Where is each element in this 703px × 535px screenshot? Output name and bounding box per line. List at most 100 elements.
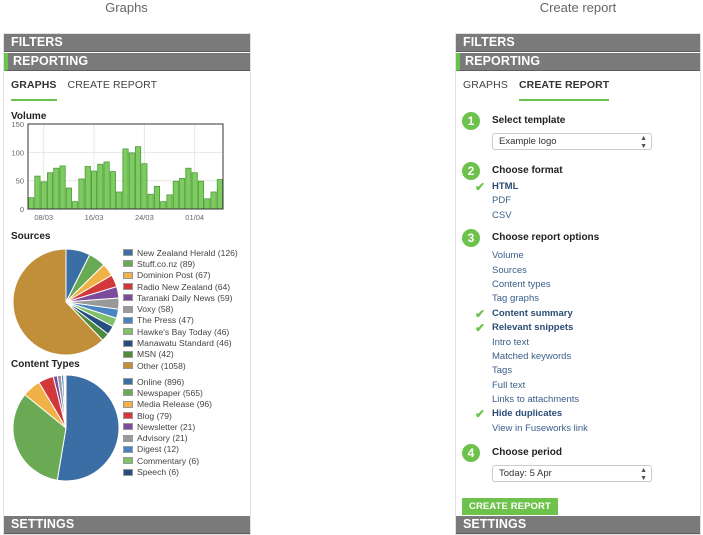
legend-item: Hawke's Bay Today (46)	[123, 326, 238, 337]
legend-label: Manawatu Standard (46)	[137, 338, 232, 349]
legend-item: Commentary (6)	[123, 455, 212, 466]
legend-item: New Zealand Herald (126)	[123, 247, 238, 258]
checkmark-icon: ✔	[475, 306, 486, 321]
legend-label: Taranaki Daily News (59)	[137, 292, 233, 303]
option-html[interactable]: ✔ HTML	[475, 180, 700, 194]
legend-swatch	[123, 389, 133, 397]
option-sources[interactable]: Sources	[492, 264, 700, 278]
volume-bar	[166, 194, 173, 210]
period-select-value: Today: 5 Apr	[499, 468, 552, 480]
tab-create-report[interactable]: CREATE REPORT	[68, 79, 158, 101]
option-matched-keywords[interactable]: Matched keywords	[492, 350, 700, 364]
step-number-badge: 4	[462, 444, 480, 463]
volume-bar	[78, 178, 85, 210]
option-relevant-snippets[interactable]: ✔ Relevant snippets	[475, 321, 700, 335]
filters-section-header[interactable]: FILTERS	[456, 34, 700, 52]
step-report-options: 3 Choose report options Volume Sources Con…	[462, 229, 700, 436]
option-view-in-fuseworks-link[interactable]: View in Fuseworks link	[492, 422, 700, 436]
legend-swatch	[123, 400, 133, 408]
volume-chart: 0 50 100 150 08/03 16/03 24/03 01/04	[11, 120, 224, 222]
y-tick-label: 150	[11, 120, 24, 129]
legend-swatch	[123, 339, 133, 347]
volume-bar	[197, 180, 205, 210]
settings-section-header[interactable]: SETTINGS	[4, 516, 250, 534]
volume-bar	[28, 197, 35, 210]
legend-swatch	[123, 316, 133, 324]
reporting-section-header[interactable]: REPORTING	[4, 53, 250, 71]
option-full-text[interactable]: Full text	[492, 379, 700, 393]
legend-label: Radio New Zealand (64)	[137, 281, 231, 292]
option-label: Content types	[492, 278, 551, 290]
option-volume[interactable]: Volume	[492, 249, 700, 263]
legend-label: The Press (47)	[137, 315, 194, 326]
volume-bar	[116, 191, 123, 210]
x-tick-label: 08/03	[34, 213, 53, 222]
volume-bar	[122, 148, 129, 210]
volume-bar	[84, 166, 91, 210]
volume-bar	[72, 201, 79, 210]
volume-bar	[40, 181, 47, 210]
filters-section-header[interactable]: FILTERS	[4, 34, 250, 52]
option-label: Full text	[492, 379, 526, 391]
legend-label: Online (896)	[137, 376, 185, 387]
volume-bar	[103, 161, 110, 210]
template-select-value: Example logo	[499, 136, 557, 147]
option-label: Sources	[492, 264, 527, 276]
legend-item: Blog (79)	[123, 410, 212, 421]
graphs-panel: FILTERS REPORTING GRAPHS CREATE REPORT V…	[3, 33, 251, 535]
period-select[interactable]: Today: 5 Apr ▲ ▼	[492, 465, 652, 483]
volume-bar	[135, 146, 142, 210]
legend-label: Commentary (6)	[137, 455, 200, 466]
option-content-summary[interactable]: ✔ Content summary	[475, 307, 700, 321]
legend-label: MSN (42)	[137, 349, 174, 360]
sources-title: Sources	[11, 231, 51, 242]
legend-label: Stuff.co.nz (89)	[137, 258, 196, 269]
legend-item: Dominion Post (67)	[123, 270, 238, 281]
option-links-to-attachments[interactable]: Links to attachments	[492, 393, 700, 407]
legend-swatch	[123, 362, 133, 370]
option-content-types[interactable]: Content types	[492, 278, 700, 292]
legend-swatch	[123, 378, 133, 386]
legend-swatch	[123, 283, 133, 291]
volume-bar	[53, 167, 60, 210]
option-pdf[interactable]: PDF	[492, 194, 700, 208]
legend-swatch	[123, 249, 133, 257]
option-tag-graphs[interactable]: Tag graphs	[492, 292, 700, 306]
create-report-button[interactable]: CREATE REPORT	[462, 498, 558, 516]
step-title: Select template	[492, 115, 566, 126]
option-csv[interactable]: CSV	[492, 209, 700, 223]
x-tick-label: 01/04	[185, 213, 204, 222]
step-number-badge: 2	[462, 162, 480, 180]
tab-graphs[interactable]: GRAPHS	[463, 79, 508, 101]
legend-label: Other (1058)	[137, 360, 186, 371]
tab-graphs[interactable]: GRAPHS	[11, 79, 57, 101]
legend-label: Voxy (58)	[137, 304, 174, 315]
settings-section-header[interactable]: SETTINGS	[456, 516, 700, 534]
legend-item: MSN (42)	[123, 349, 238, 360]
volume-bar	[65, 187, 72, 210]
legend-swatch	[123, 260, 133, 268]
step-title: Choose report options	[492, 232, 600, 244]
option-hide-duplicates[interactable]: ✔ Hide duplicates	[475, 407, 700, 421]
option-label: Matched keywords	[492, 350, 572, 362]
option-label: HTML	[492, 181, 519, 192]
volume-bar	[128, 152, 135, 210]
tab-create-report[interactable]: CREATE REPORT	[518, 79, 610, 101]
sources-pie-chart	[12, 248, 120, 356]
y-tick-label: 50	[16, 177, 24, 186]
report-options: Volume Sources Content types Tag graphs ✔ Con…	[475, 249, 700, 436]
reporting-section-header[interactable]: REPORTING	[456, 53, 700, 71]
legend-item: Advisory (21)	[123, 432, 212, 443]
option-intro-text[interactable]: Intro text	[492, 336, 700, 350]
volume-bar	[191, 172, 198, 210]
create-report-caption: Create report	[539, 0, 617, 15]
option-label: Volume	[492, 250, 524, 262]
volume-bar	[153, 185, 160, 210]
template-select[interactable]: Example logo ▲ ▼	[492, 133, 652, 150]
option-tags[interactable]: Tags	[492, 364, 700, 378]
legend-label: New Zealand Herald (126)	[137, 247, 238, 258]
legend-item: Media Release (96)	[123, 399, 212, 410]
volume-bar	[160, 201, 167, 210]
legend-item: Manawatu Standard (46)	[123, 337, 238, 348]
legend-item: Voxy (58)	[123, 303, 238, 314]
